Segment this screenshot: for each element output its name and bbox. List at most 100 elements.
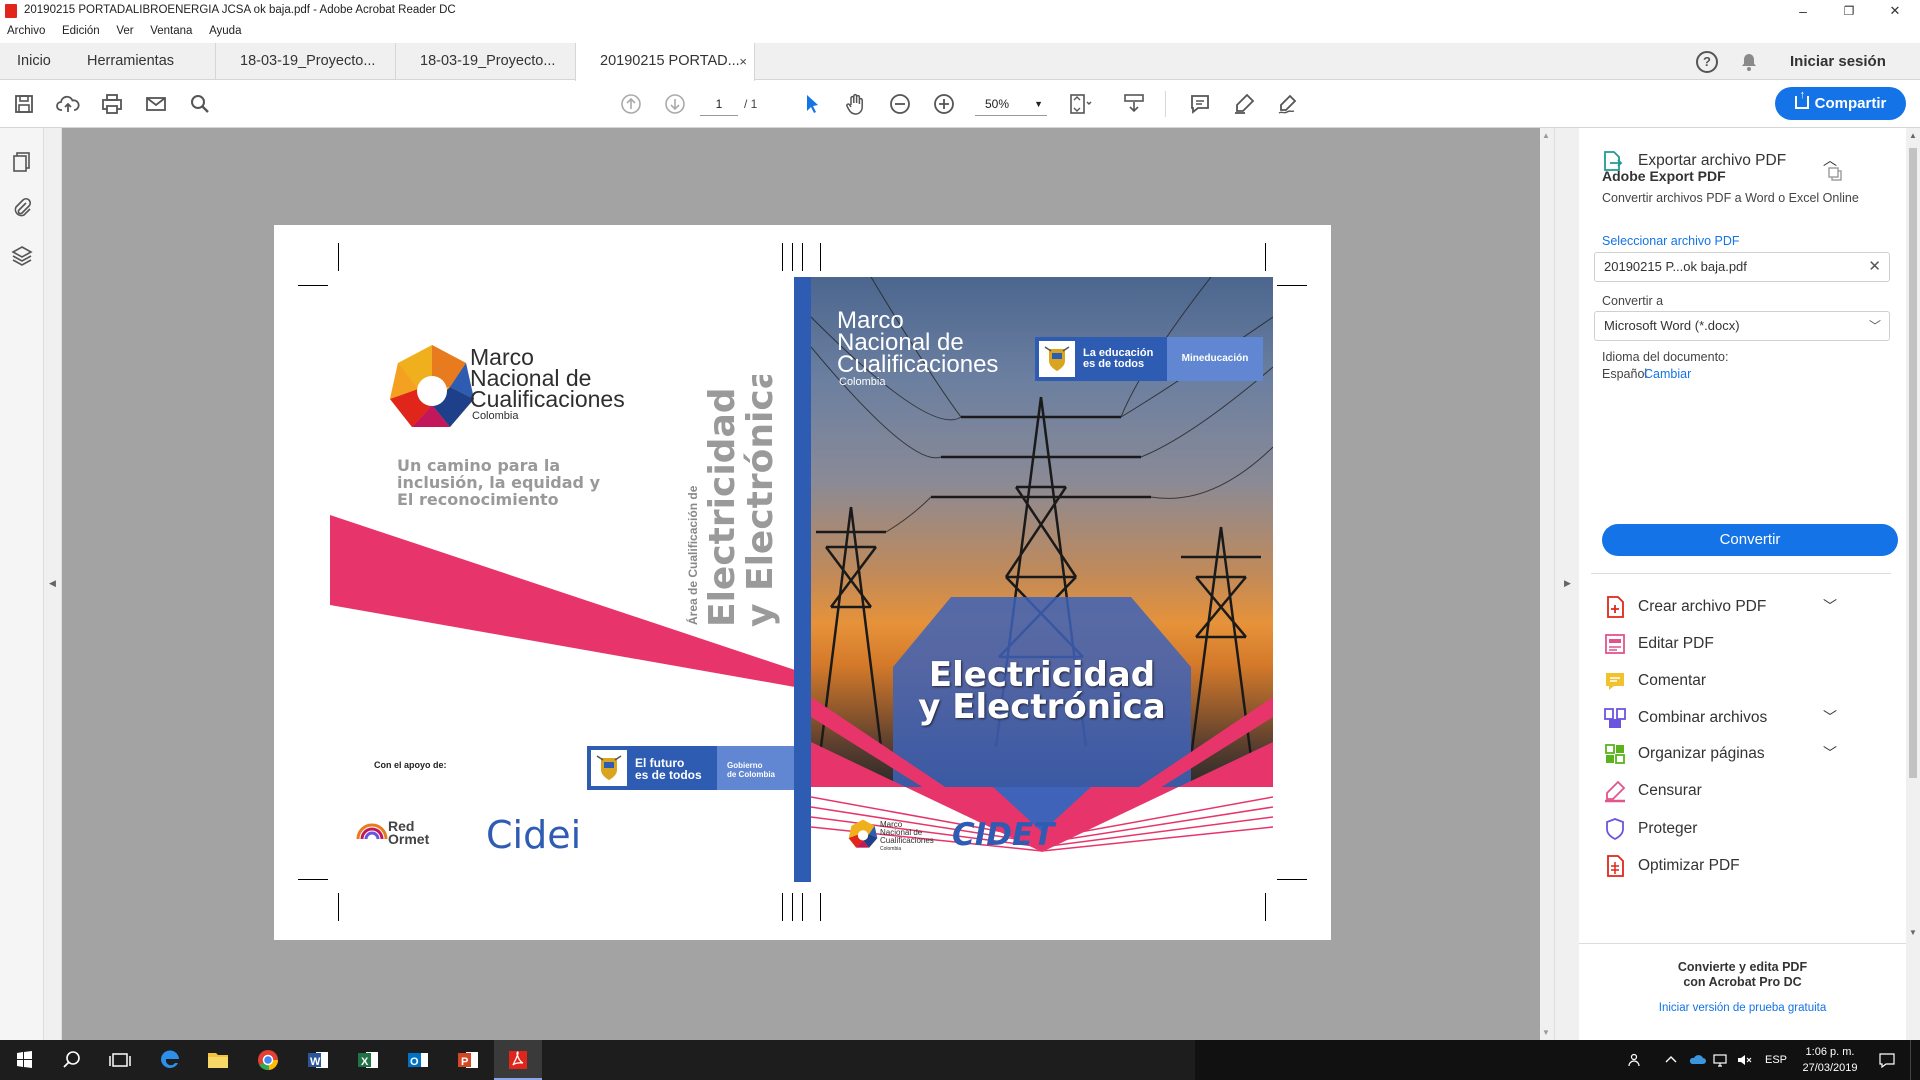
convert-to-select[interactable]: Microsoft Word (*.docx) ﹀ — [1594, 311, 1890, 341]
right-pane-scrollbar[interactable]: ▲ ▼ — [1906, 128, 1920, 1040]
left-pane-toggle[interactable]: ◀ — [44, 128, 62, 1040]
scroll-down-icon[interactable]: ▼ — [1909, 928, 1917, 937]
minimize-button[interactable]: – — [1780, 0, 1826, 22]
upgrade-promo: Convierte y edita PDF con Acrobat Pro DC… — [1579, 943, 1906, 1040]
network-icon[interactable] — [1712, 1052, 1728, 1068]
edge-browser-icon[interactable] — [146, 1040, 194, 1080]
word-icon[interactable]: W — [294, 1040, 342, 1080]
sign-in-link[interactable]: Iniciar sesión — [1790, 43, 1886, 80]
action-center-icon[interactable] — [1878, 1052, 1896, 1069]
clear-file-icon[interactable]: ✕ — [1868, 253, 1881, 281]
crop-mark — [802, 243, 803, 271]
next-page-icon[interactable] — [661, 90, 689, 118]
windows-taskbar: W X O P ESP 1:06 p. m. 27/03/2019 — [0, 1040, 1920, 1080]
change-language-link[interactable]: Cambiar — [1644, 367, 1691, 381]
right-pane-toggle[interactable]: ▶ — [1554, 128, 1579, 1040]
print-icon[interactable] — [98, 90, 126, 118]
zoom-level-select[interactable]: 50% ▼ — [975, 92, 1047, 116]
chevron-left-icon: ◀ — [49, 578, 56, 588]
tool-edit-pdf[interactable]: Editar PDF — [1579, 624, 1906, 664]
page-thumbnails-icon[interactable] — [10, 150, 34, 174]
scroll-up-icon[interactable]: ▲ — [1909, 131, 1917, 140]
keyboard-language[interactable]: ESP — [1765, 1040, 1787, 1080]
front-title-line-2: y Electrónica — [918, 687, 1166, 727]
tool-optimize-pdf[interactable]: Optimizar PDF — [1579, 846, 1906, 886]
tool-organize-pages[interactable]: Organizar páginas ﹀ — [1579, 734, 1906, 774]
clock[interactable]: 1:06 p. m. 27/03/2019 — [1800, 1044, 1860, 1080]
spine-title: Área de Cualificación de Electricidad y … — [685, 375, 781, 627]
tab-document-1[interactable]: 18-03-19_Proyecto... — [215, 43, 395, 80]
scroll-mode-icon[interactable] — [1120, 90, 1148, 118]
hand-tool-icon[interactable] — [842, 90, 870, 118]
powerpoint-icon[interactable]: P — [444, 1040, 492, 1080]
show-desktop-button[interactable] — [1910, 1040, 1920, 1080]
save-icon[interactable] — [10, 90, 38, 118]
layers-icon[interactable] — [10, 244, 34, 268]
onedrive-icon[interactable] — [1688, 1052, 1706, 1068]
tray-expand-icon[interactable] — [1664, 1052, 1678, 1066]
outlook-icon[interactable]: O — [394, 1040, 442, 1080]
page-fit-icon[interactable] — [1066, 90, 1100, 118]
scroll-down-icon[interactable]: ▼ — [1542, 1028, 1550, 1037]
search-icon[interactable] — [186, 90, 214, 118]
notification-bell-icon[interactable] — [1740, 52, 1758, 72]
tool-comment[interactable]: Comentar — [1579, 661, 1906, 701]
people-icon[interactable] — [1628, 1052, 1644, 1068]
tagline-line-3: El reconocimiento — [397, 490, 559, 509]
cloud-upload-icon[interactable] — [54, 90, 82, 118]
previous-page-icon[interactable] — [617, 90, 645, 118]
tab-document-2[interactable]: 18-03-19_Proyecto... — [395, 43, 575, 80]
tool-protect[interactable]: Proteger — [1579, 809, 1906, 849]
free-trial-link[interactable]: Iniciar versión de prueba gratuita — [1579, 1002, 1906, 1014]
menu-edicion[interactable]: Edición — [62, 25, 100, 37]
menu-ayuda[interactable]: Ayuda — [209, 25, 241, 37]
copy-icon[interactable] — [1827, 166, 1843, 182]
comment-icon[interactable] — [1186, 90, 1214, 118]
excel-icon[interactable]: X — [344, 1040, 392, 1080]
chrome-icon[interactable] — [244, 1040, 292, 1080]
file-explorer-icon[interactable] — [194, 1040, 242, 1080]
tab-herramientas[interactable]: Herramientas — [70, 43, 215, 80]
chevron-down-icon[interactable]: ﹀ — [1823, 743, 1837, 763]
page-number-input[interactable]: 1 — [700, 92, 738, 116]
tool-create-pdf[interactable]: Crear archivo PDF ﹀ — [1579, 587, 1906, 627]
protect-icon — [1603, 817, 1627, 841]
search-icon[interactable] — [48, 1040, 96, 1080]
volume-muted-icon[interactable] — [1736, 1052, 1752, 1068]
tool-label: Comentar — [1638, 672, 1707, 689]
select-cursor-icon[interactable] — [798, 90, 826, 118]
highlight-pen-icon[interactable] — [1230, 90, 1258, 118]
svg-text:W: W — [310, 1056, 321, 1068]
chevron-down-icon[interactable]: ﹀ — [1823, 596, 1837, 616]
menu-ventana[interactable]: Ventana — [150, 25, 192, 37]
help-icon[interactable]: ? — [1696, 51, 1718, 73]
menu-ver[interactable]: Ver — [116, 25, 133, 37]
zoom-in-icon[interactable] — [930, 90, 958, 118]
document-scrollbar[interactable]: ▲ ▼ — [1540, 128, 1554, 1040]
close-window-button[interactable]: ✕ — [1872, 0, 1918, 22]
scrollbar-thumb[interactable] — [1909, 148, 1917, 778]
sign-icon[interactable] — [1274, 90, 1302, 118]
zoom-out-icon[interactable] — [886, 90, 914, 118]
tab-inicio[interactable]: Inicio — [0, 43, 70, 80]
maximize-button[interactable]: ❐ — [1826, 0, 1872, 22]
share-icon: ↑ — [1794, 90, 1809, 109]
tool-combine-files[interactable]: Combinar archivos ﹀ — [1579, 698, 1906, 738]
spine-title-line-2: y Electrónica — [740, 375, 781, 627]
windows-start-icon[interactable] — [0, 1040, 48, 1080]
tool-redact[interactable]: Censurar — [1579, 771, 1906, 811]
convert-button[interactable]: Convertir — [1602, 524, 1898, 556]
export-pdf-header[interactable]: Exportar archivo PDF ︿ — [1579, 128, 1906, 196]
chevron-down-icon[interactable]: ﹀ — [1823, 707, 1837, 727]
chevron-down-icon: ▼ — [1034, 99, 1043, 109]
email-icon[interactable] — [142, 90, 170, 118]
share-button[interactable]: ↑ Compartir — [1775, 87, 1906, 120]
task-view-icon[interactable] — [96, 1040, 144, 1080]
tab-document-3[interactable]: 20190215 PORTAD... × — [575, 43, 755, 81]
attachment-icon[interactable] — [10, 196, 34, 220]
selected-file-field[interactable]: 20190215 P...ok baja.pdf ✕ — [1594, 252, 1890, 282]
menu-archivo[interactable]: Archivo — [7, 25, 45, 37]
acrobat-taskbar-icon[interactable] — [494, 1040, 542, 1080]
close-tab-icon[interactable]: × — [739, 43, 747, 80]
scroll-up-icon[interactable]: ▲ — [1542, 131, 1550, 140]
